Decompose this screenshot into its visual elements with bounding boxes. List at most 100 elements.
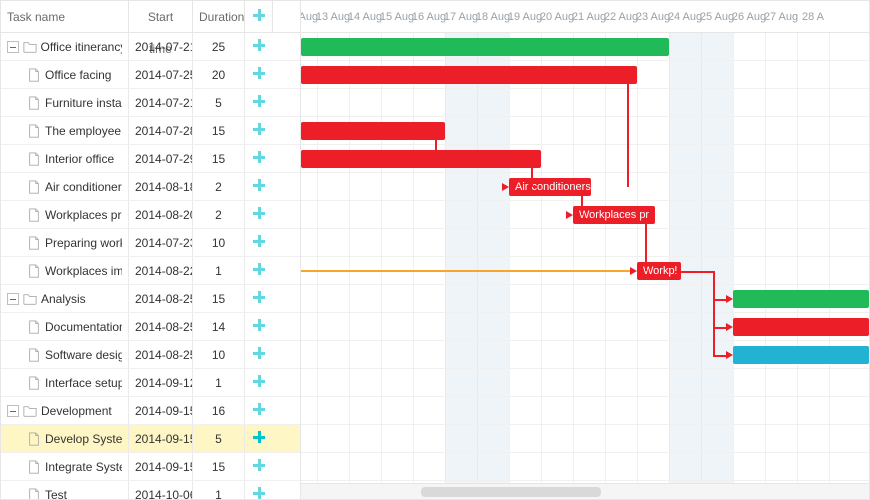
gantt-bar[interactable] bbox=[301, 66, 637, 84]
gantt-bar[interactable] bbox=[733, 346, 869, 364]
tree-toggle[interactable] bbox=[7, 41, 19, 53]
cell-duration[interactable]: 14 bbox=[193, 313, 245, 341]
add-icon[interactable] bbox=[253, 347, 265, 359]
cell-start[interactable]: 2014-07-21 bbox=[129, 33, 193, 61]
grid-row[interactable]: Documentation2014-08-2514 bbox=[1, 313, 300, 341]
cell-start[interactable]: 2014-09-15 bbox=[129, 425, 193, 453]
add-icon[interactable] bbox=[253, 151, 265, 163]
grid-row[interactable]: Software design2014-08-2510 bbox=[1, 341, 300, 369]
cell-start[interactable]: 2014-07-28 bbox=[129, 117, 193, 145]
cell-name[interactable]: Develop System bbox=[1, 425, 129, 453]
cell-start[interactable]: 2014-08-25 bbox=[129, 313, 193, 341]
cell-duration[interactable]: 2 bbox=[193, 201, 245, 229]
cell-duration[interactable]: 1 bbox=[193, 481, 245, 500]
cell-add[interactable] bbox=[245, 285, 273, 313]
add-icon[interactable] bbox=[253, 319, 265, 331]
cell-duration[interactable]: 2 bbox=[193, 173, 245, 201]
tree-toggle[interactable] bbox=[7, 293, 19, 305]
timeline-row[interactable] bbox=[301, 145, 869, 173]
cell-add[interactable] bbox=[245, 341, 273, 369]
cell-start[interactable]: 2014-08-18 bbox=[129, 173, 193, 201]
add-icon[interactable] bbox=[253, 291, 265, 303]
add-icon[interactable] bbox=[253, 375, 265, 387]
cell-add[interactable] bbox=[245, 313, 273, 341]
cell-name[interactable]: Preparing workp bbox=[1, 229, 129, 257]
cell-duration[interactable]: 10 bbox=[193, 229, 245, 257]
cell-name[interactable]: Office facing bbox=[1, 61, 129, 89]
add-icon[interactable] bbox=[253, 9, 265, 21]
grid-row[interactable]: Workplaces imp2014-08-221 bbox=[1, 257, 300, 285]
cell-duration[interactable]: 16 bbox=[193, 397, 245, 425]
timeline-row[interactable] bbox=[301, 229, 869, 257]
cell-start[interactable]: 2014-09-15 bbox=[129, 397, 193, 425]
cell-duration[interactable]: 15 bbox=[193, 145, 245, 173]
cell-start[interactable]: 2014-09-12 bbox=[129, 369, 193, 397]
cell-start[interactable]: 2014-08-20 bbox=[129, 201, 193, 229]
cell-add[interactable] bbox=[245, 145, 273, 173]
col-dur-header[interactable]: Duration bbox=[193, 1, 245, 33]
gantt-bar[interactable] bbox=[301, 122, 445, 140]
cell-name[interactable]: Workplaces imp bbox=[1, 257, 129, 285]
add-icon[interactable] bbox=[253, 431, 265, 443]
cell-duration[interactable]: 1 bbox=[193, 369, 245, 397]
timeline-row[interactable] bbox=[301, 117, 869, 145]
grid-row[interactable]: Office itinerancy2014-07-2125 bbox=[1, 33, 300, 61]
cell-name[interactable]: The employee r bbox=[1, 117, 129, 145]
cell-duration[interactable]: 10 bbox=[193, 341, 245, 369]
gantt-bar[interactable] bbox=[733, 318, 869, 336]
cell-duration[interactable]: 15 bbox=[193, 453, 245, 481]
cell-duration[interactable]: 25 bbox=[193, 33, 245, 61]
cell-name[interactable]: Interior office bbox=[1, 145, 129, 173]
cell-add[interactable] bbox=[245, 229, 273, 257]
cell-duration[interactable]: 20 bbox=[193, 61, 245, 89]
cell-name[interactable]: Integrate Syste bbox=[1, 453, 129, 481]
cell-start[interactable]: 2014-07-25 bbox=[129, 61, 193, 89]
timeline-row[interactable] bbox=[301, 453, 869, 481]
scrollbar-thumb[interactable] bbox=[421, 487, 601, 497]
grid-row[interactable]: Interior office2014-07-2915 bbox=[1, 145, 300, 173]
cell-add[interactable] bbox=[245, 369, 273, 397]
cell-add[interactable] bbox=[245, 425, 273, 453]
cell-duration[interactable]: 15 bbox=[193, 285, 245, 313]
cell-name[interactable]: Air conditioners bbox=[1, 173, 129, 201]
timeline-row[interactable] bbox=[301, 341, 869, 369]
cell-name[interactable]: Office itinerancy bbox=[1, 33, 129, 61]
grid-row[interactable]: Analysis2014-08-2515 bbox=[1, 285, 300, 313]
grid-row[interactable]: Preparing workp2014-07-2310 bbox=[1, 229, 300, 257]
grid-row[interactable]: Test2014-10-061 bbox=[1, 481, 300, 500]
grid-row[interactable]: Interface setup2014-09-121 bbox=[1, 369, 300, 397]
add-icon[interactable] bbox=[253, 235, 265, 247]
timeline-row[interactable] bbox=[301, 285, 869, 313]
cell-name[interactable]: Test bbox=[1, 481, 129, 500]
cell-name[interactable]: Software design bbox=[1, 341, 129, 369]
add-icon[interactable] bbox=[253, 39, 265, 51]
add-icon[interactable] bbox=[253, 179, 265, 191]
cell-name[interactable]: Workplaces pre bbox=[1, 201, 129, 229]
gantt-bar[interactable] bbox=[301, 38, 669, 56]
cell-add[interactable] bbox=[245, 481, 273, 500]
cell-add[interactable] bbox=[245, 173, 273, 201]
cell-start[interactable]: 2014-09-15 bbox=[129, 453, 193, 481]
timeline-row[interactable]: Workplaces pr bbox=[301, 201, 869, 229]
timeline-row[interactable] bbox=[301, 61, 869, 89]
add-icon[interactable] bbox=[253, 207, 265, 219]
add-icon[interactable] bbox=[253, 123, 265, 135]
timeline-row[interactable]: Air conditioners bbox=[301, 173, 869, 201]
cell-add[interactable] bbox=[245, 117, 273, 145]
cell-start[interactable]: 2014-08-25 bbox=[129, 285, 193, 313]
timeline-row[interactable] bbox=[301, 313, 869, 341]
grid-row[interactable]: Workplaces pre2014-08-202 bbox=[1, 201, 300, 229]
timeline-row[interactable] bbox=[301, 397, 869, 425]
add-icon[interactable] bbox=[253, 95, 265, 107]
cell-start[interactable]: 2014-07-29 bbox=[129, 145, 193, 173]
cell-add[interactable] bbox=[245, 397, 273, 425]
cell-add[interactable] bbox=[245, 257, 273, 285]
grid-row[interactable]: Furniture install2014-07-215 bbox=[1, 89, 300, 117]
grid-row[interactable]: The employee r2014-07-2815 bbox=[1, 117, 300, 145]
cell-duration[interactable]: 5 bbox=[193, 89, 245, 117]
cell-duration[interactable]: 5 bbox=[193, 425, 245, 453]
cell-add[interactable] bbox=[245, 89, 273, 117]
cell-add[interactable] bbox=[245, 33, 273, 61]
timeline-row[interactable] bbox=[301, 89, 869, 117]
timeline-row[interactable] bbox=[301, 425, 869, 453]
